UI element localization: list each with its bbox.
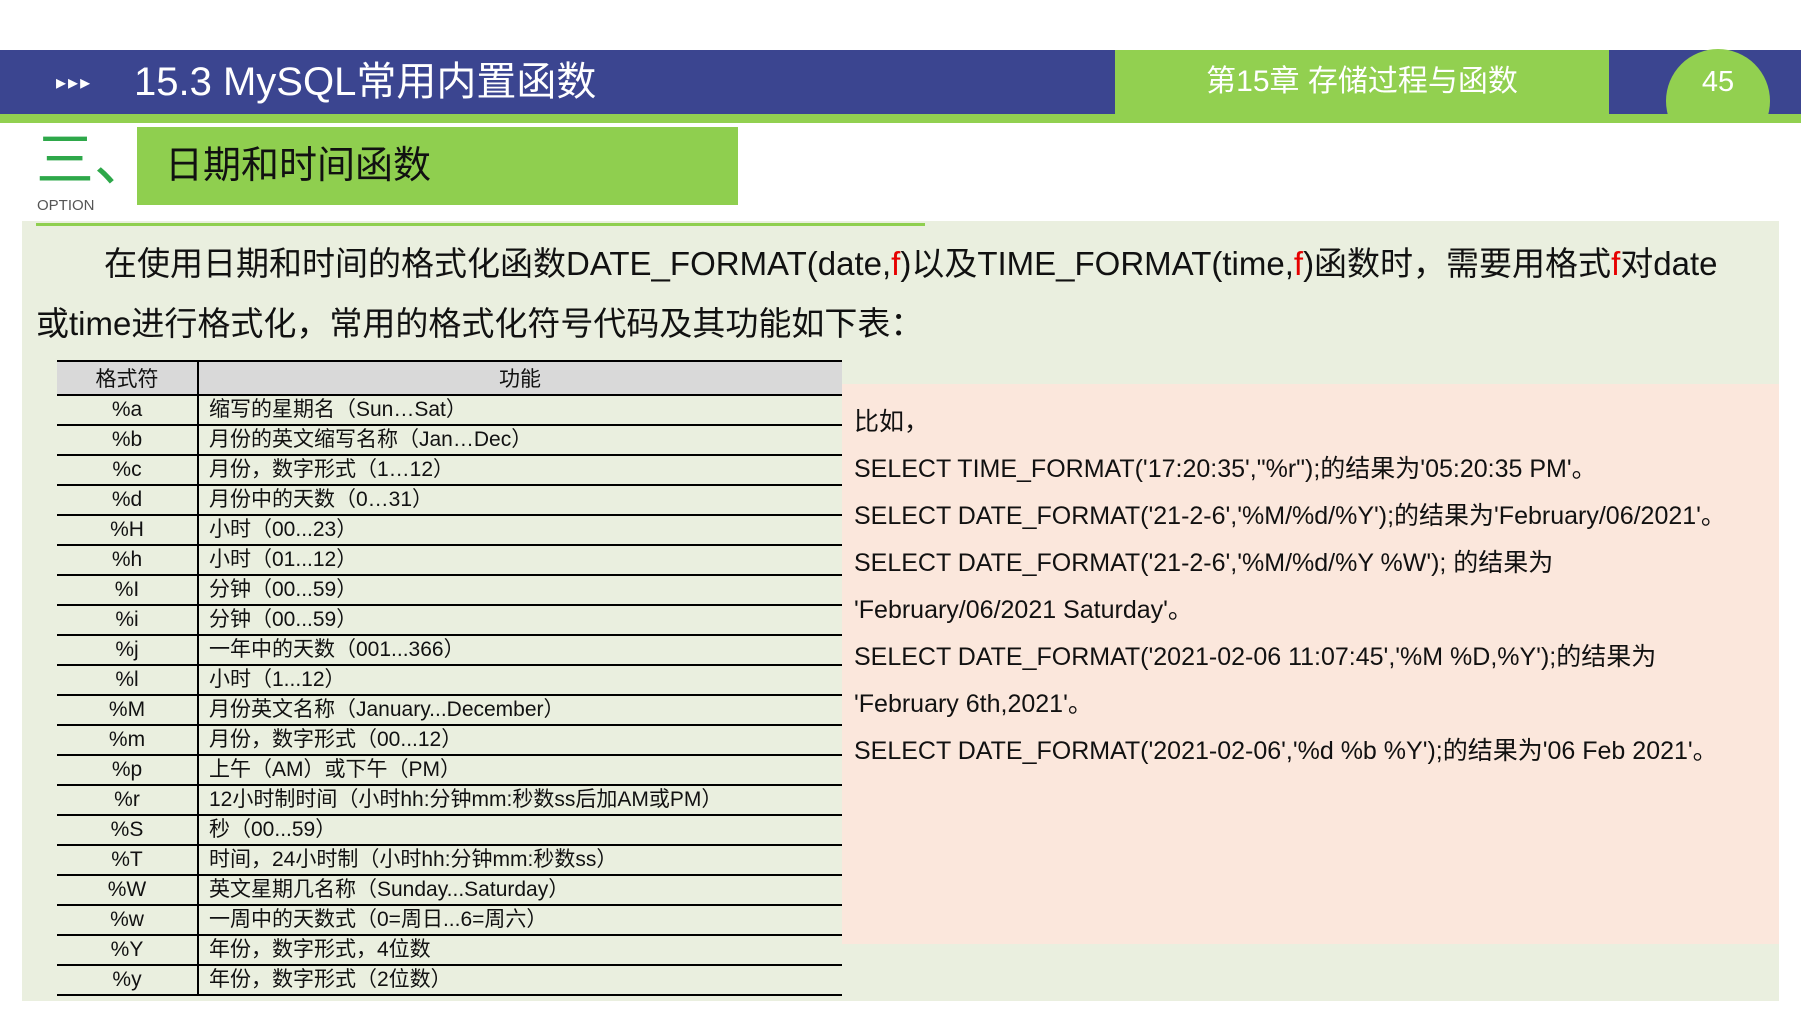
page-number-badge [1666, 49, 1770, 117]
function-cell: 年份，数字形式（2位数） [198, 965, 842, 996]
table-header-row: 格式符 功能 [57, 360, 842, 396]
specifier-cell: %Y [57, 935, 199, 966]
function-cell: 小时（00...23） [198, 515, 842, 546]
function-cell: 月份，数字形式（1…12） [198, 455, 842, 486]
format-f-highlight: f [1293, 245, 1304, 282]
specifier-cell: %r [57, 785, 199, 816]
intro-paragraph: 在使用日期和时间的格式化函数DATE_FORMAT(date,f)以及TIME_… [36, 234, 1766, 354]
example-line: SELECT DATE_FORMAT('21-2-6','%M/%d/%Y');… [854, 502, 1726, 530]
function-cell: 12小时制时间（小时hh:分钟mm:秒数ss后加AM或PM） [198, 785, 842, 816]
header-underline [0, 114, 1801, 123]
function-cell: 年份，数字形式，4位数 [198, 935, 842, 966]
specifier-cell: %p [57, 755, 199, 786]
table-row: %H 小时（00...23） [57, 515, 842, 546]
function-cell: 一年中的天数（001...366） [198, 635, 842, 666]
specifier-cell: %T [57, 845, 199, 876]
table-row: %y 年份，数字形式（2位数） [57, 965, 842, 996]
section-title: 日期和时间函数 [137, 127, 738, 205]
function-cell: 缩写的星期名（Sun…Sat） [198, 395, 842, 426]
slide-title: 15.3 MySQL常用内置函数 [134, 60, 597, 104]
function-cell: 秒（00...59） [198, 815, 842, 846]
function-cell: 一周中的天数式（0=周日...6=周六） [198, 905, 842, 936]
table-row: %d 月份中的天数（0…31） [57, 485, 842, 516]
example-line: 比如， [854, 408, 930, 436]
column-header-specifier: 格式符 [57, 360, 199, 396]
table-row: %T 时间，24小时制（小时hh:分钟mm:秒数ss） [57, 845, 842, 876]
specifier-cell: %a [57, 395, 199, 426]
specifier-cell: %h [57, 545, 199, 576]
function-cell: 英文星期几名称（Sunday...Saturday） [198, 875, 842, 906]
table-row: %W 英文星期几名称（Sunday...Saturday） [57, 875, 842, 906]
function-cell: 月份中的天数（0…31） [198, 485, 842, 516]
table-row: %i 分钟（00...59） [57, 605, 842, 636]
intro-line-1: 在使用日期和时间的格式化函数DATE_FORMAT(date,f)以及TIME_… [36, 234, 1766, 294]
specifier-cell: %j [57, 635, 199, 666]
specifier-cell: %M [57, 695, 199, 726]
intro-text: )函数时，需要用格式 [1303, 245, 1612, 282]
table-row: %Y 年份，数字形式，4位数 [57, 935, 842, 966]
table-row: %j 一年中的天数（001...366） [57, 635, 842, 666]
function-cell: 时间，24小时制（小时hh:分钟mm:秒数ss） [198, 845, 842, 876]
function-cell: 月份英文名称（January...December） [198, 695, 842, 726]
table-row: %r 12小时制时间（小时hh:分钟mm:秒数ss后加AM或PM） [57, 785, 842, 816]
intro-line-2: 或time进行格式化，常用的格式化符号代码及其功能如下表： [36, 305, 924, 342]
table-row: %c 月份，数字形式（1…12） [57, 455, 842, 486]
table-row: %m 月份，数字形式（00...12） [57, 725, 842, 756]
example-line: SELECT DATE_FORMAT('21-2-6','%M/%d/%Y %W… [854, 549, 1554, 577]
table-row: %l 小时（1...12） [57, 665, 842, 696]
specifier-cell: %b [57, 425, 199, 456]
specifier-cell: %I [57, 575, 199, 606]
intro-text: )以及TIME_FORMAT(time, [900, 245, 1294, 282]
specifier-cell: %S [57, 815, 199, 846]
triple-arrow-icon: ▸▸▸ [56, 72, 93, 94]
specifier-cell: %m [57, 725, 199, 756]
specifier-cell: %d [57, 485, 199, 516]
table-row: %S 秒（00...59） [57, 815, 842, 846]
format-f-highlight: f [891, 245, 901, 282]
example-line: SELECT TIME_FORMAT('17:20:35',"%r");的结果为… [854, 455, 1597, 483]
function-cell: 分钟（00...59） [198, 605, 842, 636]
table-row: %M 月份英文名称（January...December） [57, 695, 842, 726]
example-line: 'February 6th,2021'。 [854, 690, 1093, 718]
function-cell: 小时（1...12） [198, 665, 842, 696]
section-underline [36, 223, 925, 226]
table-row: %b 月份的英文缩写名称（Jan…Dec） [57, 425, 842, 456]
intro-text: 在使用日期和时间的格式化函数DATE_FORMAT(date, [104, 245, 892, 282]
specifier-cell: %c [57, 455, 199, 486]
specifier-cell: %w [57, 905, 199, 936]
column-header-function: 功能 [198, 360, 842, 396]
format-specifier-table: 格式符 功能 %a 缩写的星期名（Sun…Sat） %b 月份的英文缩写名称（Jan… [57, 360, 842, 996]
table-row: %I 分钟（00...59） [57, 575, 842, 606]
specifier-cell: %y [57, 965, 199, 996]
specifier-cell: %i [57, 605, 199, 636]
example-line: 'February/06/2021 Saturday'。 [854, 596, 1193, 624]
example-line: SELECT DATE_FORMAT('2021-02-06 11:07:45'… [854, 643, 1657, 671]
function-cell: 分钟（00...59） [198, 575, 842, 606]
function-cell: 月份的英文缩写名称（Jan…Dec） [198, 425, 842, 456]
format-f-highlight: f [1611, 245, 1621, 282]
function-cell: 上午（AM）或下午（PM） [198, 755, 842, 786]
table-row: %w 一周中的天数式（0=周日...6=周六） [57, 905, 842, 936]
specifier-cell: %H [57, 515, 199, 546]
example-line: SELECT DATE_FORMAT('2021-02-06','%d %b %… [854, 737, 1718, 765]
table-row: %a 缩写的星期名（Sun…Sat） [57, 395, 842, 426]
table-row: %h 小时（01...12） [57, 545, 842, 576]
specifier-cell: %l [57, 665, 199, 696]
section-option-label: OPTION [37, 197, 95, 214]
section-number: 三、 [36, 126, 153, 194]
specifier-cell: %W [57, 875, 199, 906]
function-cell: 小时（01...12） [198, 545, 842, 576]
function-cell: 月份，数字形式（00...12） [198, 725, 842, 756]
page-number: 45 [1701, 66, 1735, 98]
table-row: %p 上午（AM）或下午（PM） [57, 755, 842, 786]
intro-text: 对date [1620, 245, 1718, 282]
chapter-label: 第15章 存储过程与函数 [1115, 50, 1609, 114]
